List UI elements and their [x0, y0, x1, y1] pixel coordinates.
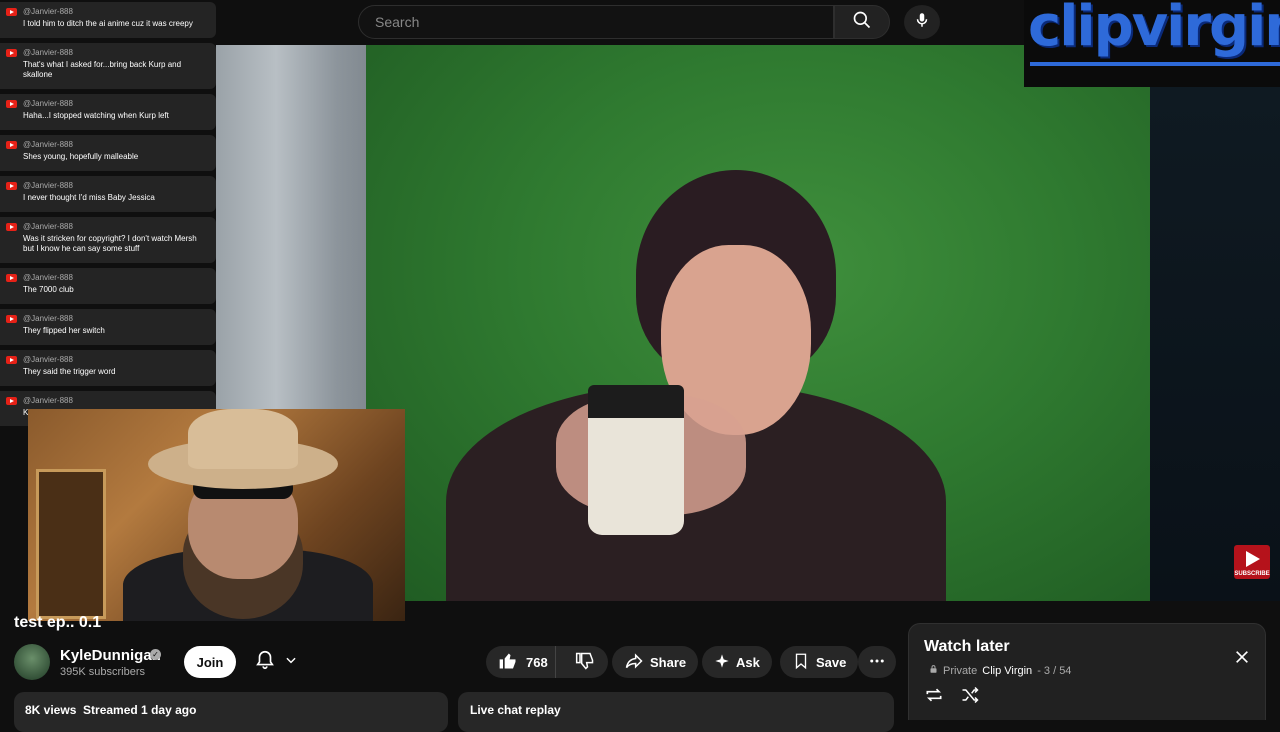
chat-username: @Janvier-888 [23, 314, 73, 323]
chat-text: The 7000 club [23, 285, 74, 294]
verified-icon: ✓ [150, 649, 161, 660]
chat-text: Shes young, hopefully malleable [23, 152, 139, 161]
chat-message: @Janvier-888 Haha...I stopped watching w… [0, 94, 216, 130]
chat-message: @Janvier-888 Shes young, hopefully malle… [0, 135, 216, 171]
like-button[interactable]: 768 [486, 646, 556, 678]
subscriber-count: 395K subscribers [60, 666, 145, 678]
video-coffee-cup [588, 385, 684, 535]
search-icon [852, 10, 872, 35]
ask-label: Ask [736, 654, 760, 670]
playlist-title[interactable]: Watch later [924, 638, 1010, 656]
chat-username: @Janvier-888 [23, 355, 73, 364]
chevron-down-icon [284, 653, 298, 672]
chat-message: @Janvier-888 Was it stricken for copyrig… [0, 217, 216, 263]
playlist-privacy: Private [943, 664, 978, 677]
chat-text: Haha...I stopped watching when Kurp left [23, 111, 169, 120]
youtube-icon [6, 397, 17, 405]
youtube-icon [6, 274, 17, 282]
search-button[interactable] [834, 5, 890, 39]
chat-username: @Janvier-888 [23, 396, 73, 405]
chat-message: @Janvier-888 They said the trigger word [0, 350, 216, 386]
chat-message: @Janvier-888 I told him to ditch the ai … [0, 2, 216, 38]
youtube-icon [6, 315, 17, 323]
chat-username: @Janvier-888 [23, 140, 73, 149]
sparkle-icon [714, 653, 730, 672]
chat-text: They said the trigger word [23, 367, 116, 376]
voice-search-button[interactable] [904, 5, 940, 39]
close-playlist-button[interactable] [1229, 646, 1255, 672]
play-icon [1246, 551, 1260, 567]
webcam-hat-top [188, 409, 298, 469]
chat-text: I never thought I'd miss Baby Jessica [23, 193, 155, 202]
chat-overlay: @Janvier-888 I told him to ditch the ai … [0, 0, 216, 426]
youtube-icon [6, 49, 17, 57]
youtube-icon [6, 8, 17, 16]
share-button[interactable]: Share [612, 646, 699, 678]
channel-avatar[interactable] [14, 644, 50, 680]
loop-icon [924, 685, 944, 710]
loop-button[interactable] [923, 686, 945, 708]
shuffle-button[interactable] [959, 686, 981, 708]
microphone-icon [913, 11, 931, 34]
chat-username: @Janvier-888 [23, 181, 73, 190]
bookmark-icon [792, 652, 810, 673]
like-count: 768 [526, 654, 548, 670]
search-box[interactable] [358, 5, 834, 39]
playlist-controls [923, 686, 981, 708]
dislike-button[interactable] [562, 646, 608, 678]
subscribe-watermark[interactable]: SUBSCRIBE [1234, 545, 1270, 579]
playlist-meta: Private Clip Virgin - 3 / 54 [929, 664, 1071, 677]
chat-username: @Janvier-888 [23, 273, 73, 282]
video-title: test ep.. 0.1 [14, 614, 102, 631]
thumbs-up-icon [498, 651, 518, 674]
ask-button[interactable]: Ask [702, 646, 772, 678]
chat-message: @Janvier-888 They flipped her switch [0, 309, 216, 345]
join-button[interactable]: Join [184, 646, 236, 678]
like-dislike-group: 768 [486, 646, 608, 678]
youtube-icon [6, 100, 17, 108]
notification-bell-button[interactable] [248, 646, 310, 678]
chat-message: @Janvier-888 The 7000 club [0, 268, 216, 304]
share-label: Share [650, 654, 687, 670]
shuffle-icon [960, 685, 980, 710]
video-dark-edge [1150, 85, 1280, 601]
chat-message: @Janvier-888 That's what I asked for...b… [0, 43, 216, 89]
lock-icon [929, 664, 938, 677]
chat-username: @Janvier-888 [23, 222, 73, 231]
chat-text: Was it stricken for copyright? I don't w… [23, 234, 197, 253]
playlist-panel: Watch later Private Clip Virgin - 3 / 54 [908, 623, 1266, 720]
channel-name[interactable]: KyleDunnigan [60, 647, 161, 664]
subscribe-label: SUBSCRIBE [1234, 571, 1270, 577]
more-actions-button[interactable] [858, 646, 896, 678]
chat-username: @Janvier-888 [23, 7, 73, 16]
chat-username: @Janvier-888 [23, 99, 73, 108]
youtube-icon [6, 223, 17, 231]
logo-underline [1030, 62, 1280, 66]
chat-text: That's what I asked for...bring back Kur… [23, 60, 182, 79]
youtube-icon [6, 356, 17, 364]
chat-username: @Janvier-888 [23, 48, 73, 57]
live-chat-replay[interactable]: Live chat replay [458, 692, 894, 732]
close-icon [1234, 649, 1250, 670]
youtube-icon [6, 141, 17, 149]
webcam-overlay [28, 409, 405, 621]
webcam-shelf [36, 469, 106, 619]
search-input[interactable] [373, 13, 833, 31]
more-horizontal-icon [868, 652, 886, 673]
youtube-icon [6, 182, 17, 190]
share-icon [624, 651, 644, 674]
playlist-position: - 3 / 54 [1037, 664, 1072, 677]
chat-text: They flipped her switch [23, 326, 105, 335]
save-label: Save [816, 654, 847, 670]
clipvirgin-logo: clipvirgin [1024, 0, 1280, 87]
bell-icon [254, 649, 276, 676]
logo-text: clipvirgin [1028, 0, 1280, 59]
chat-text: I told him to ditch the ai anime cuz it … [23, 19, 193, 28]
playlist-owner[interactable]: Clip Virgin [982, 665, 1032, 677]
chat-message: @Janvier-888 I never thought I'd miss Ba… [0, 176, 216, 212]
thumbs-down-icon [575, 651, 595, 674]
save-button[interactable]: Save [780, 646, 859, 678]
video-stats[interactable]: 8K views Streamed 1 day ago [14, 692, 448, 732]
